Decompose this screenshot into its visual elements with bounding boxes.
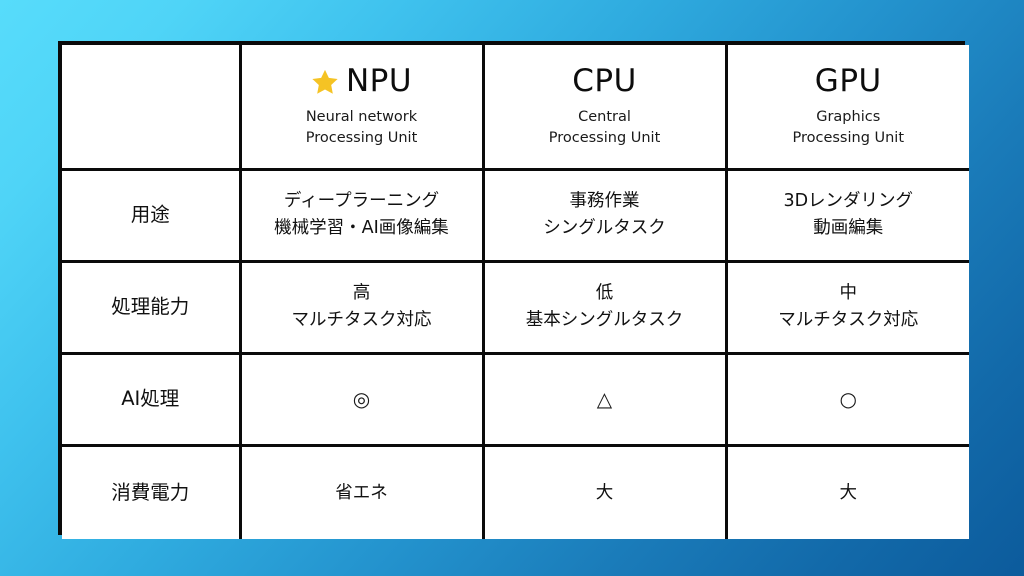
table-header-row: NPU Neural network Processing Unit CPU C… <box>62 45 969 171</box>
cell-power-gpu: 大 <box>724 443 969 539</box>
cpu-expansion-line1: Central <box>578 108 631 125</box>
npu-expansion-line1: Neural network <box>305 108 418 125</box>
npu-expansion-line2: Processing Unit <box>305 129 418 146</box>
cell-line-1: 低 <box>595 282 614 303</box>
cpu-expansion: Central Processing Unit <box>491 107 719 149</box>
table-row: 処理能力 高 マルチタスク対応 低 基本シングルタスク 中 マルチタスク対応 <box>62 259 969 355</box>
cell-ai-cpu: △ <box>481 351 728 447</box>
slide-canvas: NPU Neural network Processing Unit CPU C… <box>0 0 1024 576</box>
cell-performance-gpu-text: 中 マルチタスク対応 <box>734 280 964 334</box>
cell-line-1: ディープラーニング <box>283 190 440 211</box>
cell-power-gpu-text: 大 <box>839 482 858 503</box>
rating-mark-triangle-icon: △ <box>596 387 613 411</box>
cell-line-2: 動画編集 <box>813 218 884 238</box>
row-label-ai-processing: AI処理 <box>62 351 242 447</box>
header-cell-cpu: CPU Central Processing Unit <box>481 45 728 171</box>
table-row: 消費電力 省エネ 大 大 <box>62 443 969 539</box>
comparison-table: NPU Neural network Processing Unit CPU C… <box>62 45 969 539</box>
row-label-usage: 用途 <box>62 167 242 263</box>
cell-performance-cpu: 低 基本シングルタスク <box>481 259 728 355</box>
cell-usage-gpu: 3Dレンダリング 動画編集 <box>724 167 969 263</box>
cell-line-2: マルチタスク対応 <box>778 310 919 330</box>
cell-power-cpu-text: 大 <box>595 482 614 503</box>
gpu-expansion: Graphics Processing Unit <box>734 107 964 149</box>
npu-title: NPU <box>248 64 476 98</box>
gpu-title: GPU <box>734 64 964 98</box>
row-label-performance: 処理能力 <box>62 259 242 355</box>
cpu-expansion-line2: Processing Unit <box>548 129 661 146</box>
rating-mark-circle-icon: ○ <box>839 387 857 411</box>
cpu-abbr: CPU <box>572 62 637 99</box>
gpu-expansion-line1: Graphics <box>816 108 881 125</box>
cell-usage-npu-text: ディープラーニング 機械学習・AI画像編集 <box>248 188 476 242</box>
comparison-table-container: NPU Neural network Processing Unit CPU C… <box>58 41 969 539</box>
cell-usage-cpu: 事務作業 シングルタスク <box>481 167 728 263</box>
cell-ai-gpu: ○ <box>724 351 969 447</box>
header-cell-npu: NPU Neural network Processing Unit <box>238 45 485 171</box>
npu-expansion: Neural network Processing Unit <box>248 107 476 149</box>
header-corner-cell <box>62 45 242 171</box>
gpu-abbr: GPU <box>814 62 882 99</box>
cell-performance-npu-text: 高 マルチタスク対応 <box>248 280 476 334</box>
cell-performance-gpu: 中 マルチタスク対応 <box>724 259 969 355</box>
cell-line-1: 高 <box>352 282 371 303</box>
row-label-text: 用途 <box>130 203 170 227</box>
cell-line-2: シングルタスク <box>543 218 666 238</box>
cell-performance-npu: 高 マルチタスク対応 <box>238 259 485 355</box>
row-label-text: 消費電力 <box>111 481 190 505</box>
cell-line-1: 中 <box>839 282 858 303</box>
cell-usage-npu: ディープラーニング 機械学習・AI画像編集 <box>238 167 485 263</box>
cell-line-2: 基本シングルタスク <box>525 310 684 330</box>
table-row: 用途 ディープラーニング 機械学習・AI画像編集 事務作業 シングルタスク 3D… <box>62 167 969 263</box>
cell-line-1: 事務作業 <box>569 190 640 211</box>
cell-ai-npu: ◎ <box>238 351 485 447</box>
rating-mark-double-circle-icon: ◎ <box>352 387 371 411</box>
header-cell-gpu: GPU Graphics Processing Unit <box>724 45 969 171</box>
row-label-power-consumption: 消費電力 <box>62 443 242 539</box>
table-row: AI処理 ◎ △ ○ <box>62 351 969 447</box>
star-icon <box>311 68 339 96</box>
cell-power-npu: 省エネ <box>238 443 485 539</box>
npu-abbr: NPU <box>345 62 413 99</box>
row-label-text: 処理能力 <box>111 295 190 319</box>
cell-usage-gpu-text: 3Dレンダリング 動画編集 <box>734 188 964 242</box>
row-label-text: AI処理 <box>121 387 180 411</box>
cell-line-2: 機械学習・AI画像編集 <box>274 218 449 238</box>
gpu-expansion-line2: Processing Unit <box>792 129 905 146</box>
cpu-title: CPU <box>491 64 719 98</box>
cell-line-1: 3Dレンダリング <box>783 190 914 211</box>
cell-power-npu-text: 省エネ <box>335 482 388 503</box>
cell-power-cpu: 大 <box>481 443 728 539</box>
cell-performance-cpu-text: 低 基本シングルタスク <box>491 280 719 334</box>
cell-usage-cpu-text: 事務作業 シングルタスク <box>491 188 719 242</box>
cell-line-2: マルチタスク対応 <box>291 310 432 330</box>
